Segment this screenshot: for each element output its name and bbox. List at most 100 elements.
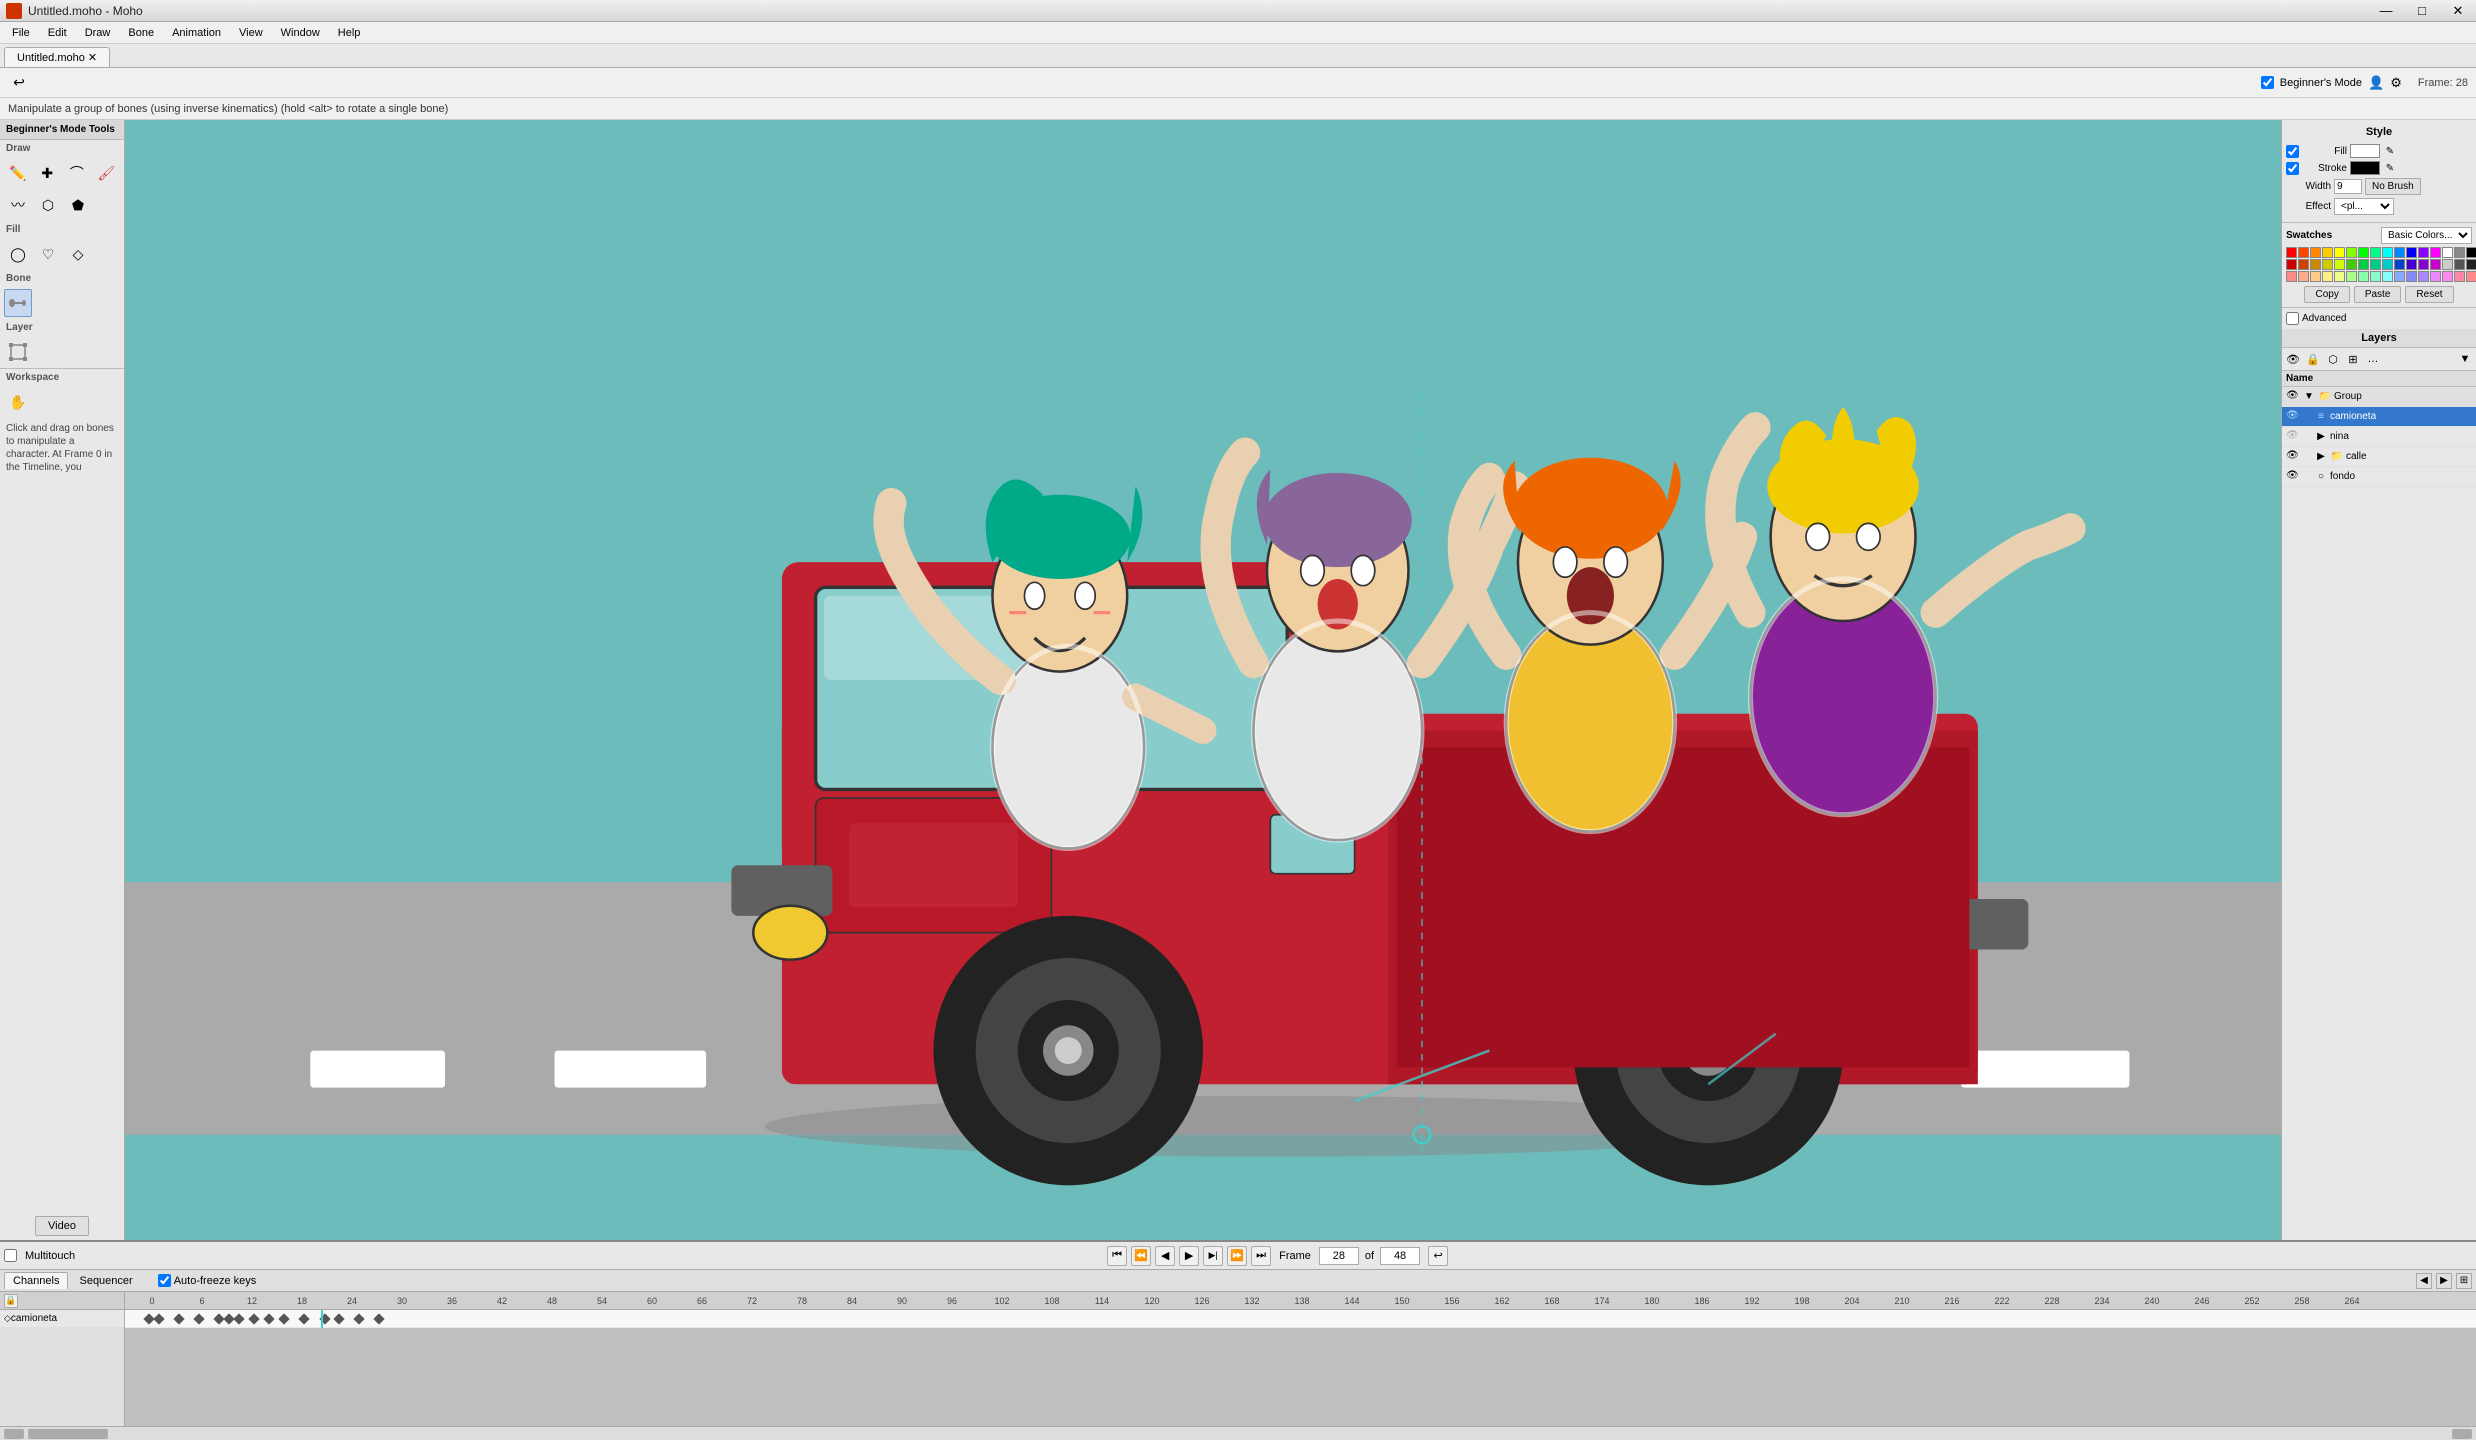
swatch-cell[interactable] <box>2382 247 2393 258</box>
reset-swatches-button[interactable]: Reset <box>2405 286 2453 303</box>
expand-icon-calle[interactable]: ▶ <box>2314 450 2328 464</box>
swatch-cell[interactable] <box>2406 247 2417 258</box>
gradient-tool[interactable]: ◇ <box>64 240 92 268</box>
swatch-cell[interactable] <box>2394 271 2405 282</box>
layer-item-group[interactable]: 👁 ▼ 📁 Group <box>2282 387 2476 407</box>
menu-file[interactable]: File <box>4 25 38 41</box>
swatch-cell[interactable] <box>2430 259 2441 270</box>
freehand-tool[interactable]: 〰 <box>4 191 32 219</box>
swatch-cell[interactable] <box>2298 271 2309 282</box>
swatch-cell[interactable] <box>2334 247 2345 258</box>
curve-tool[interactable]: ⌒ <box>63 159 91 187</box>
swatch-cell[interactable] <box>2382 271 2393 282</box>
swatches-dropdown[interactable]: Basic Colors... <box>2381 227 2472 244</box>
menu-draw[interactable]: Draw <box>77 25 119 41</box>
layer-item-calle[interactable]: 👁 ▶ 📁 calle <box>2282 447 2476 467</box>
menu-help[interactable]: Help <box>330 25 369 41</box>
paste-swatches-button[interactable]: Paste <box>2354 286 2402 303</box>
swatch-cell[interactable] <box>2406 259 2417 270</box>
swatch-cell[interactable] <box>2466 271 2476 282</box>
swatch-cell[interactable] <box>2418 271 2429 282</box>
swatch-cell[interactable] <box>2310 247 2321 258</box>
frame-number-input[interactable] <box>1319 1247 1359 1265</box>
advanced-checkbox[interactable] <box>2286 312 2299 325</box>
beginner-mode-checkbox[interactable] <box>2261 76 2274 89</box>
layer-visibility-camioneta[interactable]: 👁 <box>2286 410 2300 424</box>
play-button[interactable]: ▶ <box>1179 1246 1199 1266</box>
keyframe-marker[interactable] <box>373 1313 384 1324</box>
channels-tab[interactable]: Channels <box>4 1272 68 1289</box>
swatch-cell[interactable] <box>2454 271 2465 282</box>
close-button[interactable]: ✕ <box>2440 0 2476 22</box>
layers-lock-btn[interactable]: 🔒 <box>2304 350 2322 368</box>
scroll-thumb[interactable] <box>28 1429 108 1439</box>
pencil-tool[interactable]: ✏️ <box>4 159 32 187</box>
fill-edit-button[interactable]: ✎ <box>2383 144 2397 158</box>
layer-item-camioneta[interactable]: 👁 ≡ camioneta <box>2282 407 2476 427</box>
swatch-cell[interactable] <box>2406 271 2417 282</box>
keyframe-marker[interactable] <box>278 1313 289 1324</box>
sequencer-tab[interactable]: Sequencer <box>70 1272 141 1290</box>
user-icon[interactable]: 👤 <box>2368 75 2384 91</box>
stroke-edit-button[interactable]: ✎ <box>2383 161 2397 175</box>
no-brush-button[interactable]: No Brush <box>2365 178 2421 195</box>
menu-view[interactable]: View <box>231 25 271 41</box>
swatch-cell[interactable] <box>2394 247 2405 258</box>
layer-visibility-icon[interactable]: 👁 <box>2286 390 2300 404</box>
keyframe-marker[interactable] <box>153 1313 164 1324</box>
settings-icon[interactable]: ⚙ <box>2390 75 2402 91</box>
stroke-color-swatch[interactable] <box>2350 161 2380 175</box>
next-keyframe-button[interactable]: ⏩ <box>1227 1246 1247 1266</box>
swatch-cell[interactable] <box>2346 271 2357 282</box>
keyframe-marker[interactable] <box>333 1313 344 1324</box>
expand-icon-nina[interactable]: ▶ <box>2314 430 2328 444</box>
swatch-cell[interactable] <box>2370 259 2381 270</box>
timeline-scroll-right[interactable]: ▶ <box>2436 1273 2452 1289</box>
fill-color-swatch[interactable] <box>2350 144 2380 158</box>
go-start-button[interactable]: ⏮ <box>1107 1246 1127 1266</box>
timeline-scroll-left[interactable]: ◀ <box>2416 1273 2432 1289</box>
keyframe-marker[interactable] <box>248 1313 259 1324</box>
bottom-scrollbar[interactable] <box>0 1426 2476 1440</box>
layer-item-fondo[interactable]: 👁 ○ fondo <box>2282 467 2476 487</box>
swatch-cell[interactable] <box>2286 259 2297 270</box>
step-back-button[interactable]: ◀ <box>1155 1246 1175 1266</box>
swatch-cell[interactable] <box>2442 259 2453 270</box>
keyframe-marker[interactable] <box>263 1313 274 1324</box>
swatch-cell[interactable] <box>2334 271 2345 282</box>
swatch-cell[interactable] <box>2370 271 2381 282</box>
swatch-cell[interactable] <box>2418 259 2429 270</box>
swatch-cell[interactable] <box>2322 247 2333 258</box>
swatch-cell[interactable] <box>2298 259 2309 270</box>
swatch-cell[interactable] <box>2466 247 2476 258</box>
undo-button[interactable]: ↩ <box>8 72 30 94</box>
total-frames-input[interactable] <box>1380 1247 1420 1265</box>
hand-tool[interactable]: ✋ <box>4 388 32 416</box>
swatch-cell[interactable] <box>2346 247 2357 258</box>
keyframe-marker[interactable] <box>298 1313 309 1324</box>
shape-tool[interactable]: ⬟ <box>64 191 92 219</box>
video-button[interactable]: Video <box>35 1216 89 1236</box>
add-point-tool[interactable]: ✚ <box>34 159 62 187</box>
swatch-cell[interactable] <box>2358 259 2369 270</box>
layer-visibility-calle[interactable]: 👁 <box>2286 450 2300 464</box>
timeline-zoom-btn[interactable]: ⊞ <box>2456 1273 2472 1289</box>
swatch-cell[interactable] <box>2466 259 2476 270</box>
layers-more-btn[interactable]: … <box>2364 350 2382 368</box>
layers-scroll-btn[interactable]: ▼ <box>2456 350 2474 368</box>
eraser-tool[interactable]: ⬡ <box>34 191 62 219</box>
swatch-cell[interactable] <box>2310 271 2321 282</box>
swatch-cell[interactable] <box>2310 259 2321 270</box>
paint-tool[interactable]: 🖌 <box>93 159 121 187</box>
layers-visibility-btn[interactable]: 👁 <box>2284 350 2302 368</box>
layers-grid-btn[interactable]: ⊞ <box>2344 350 2362 368</box>
fill-tool[interactable]: ◯ <box>4 240 32 268</box>
keyframe-marker[interactable] <box>193 1313 204 1324</box>
swatch-cell[interactable] <box>2346 259 2357 270</box>
swatch-cell[interactable] <box>2382 259 2393 270</box>
swatch-cell[interactable] <box>2454 247 2465 258</box>
swatch-cell[interactable] <box>2442 247 2453 258</box>
swatch-cell[interactable] <box>2430 247 2441 258</box>
menu-edit[interactable]: Edit <box>40 25 75 41</box>
swatch-cell[interactable] <box>2358 271 2369 282</box>
